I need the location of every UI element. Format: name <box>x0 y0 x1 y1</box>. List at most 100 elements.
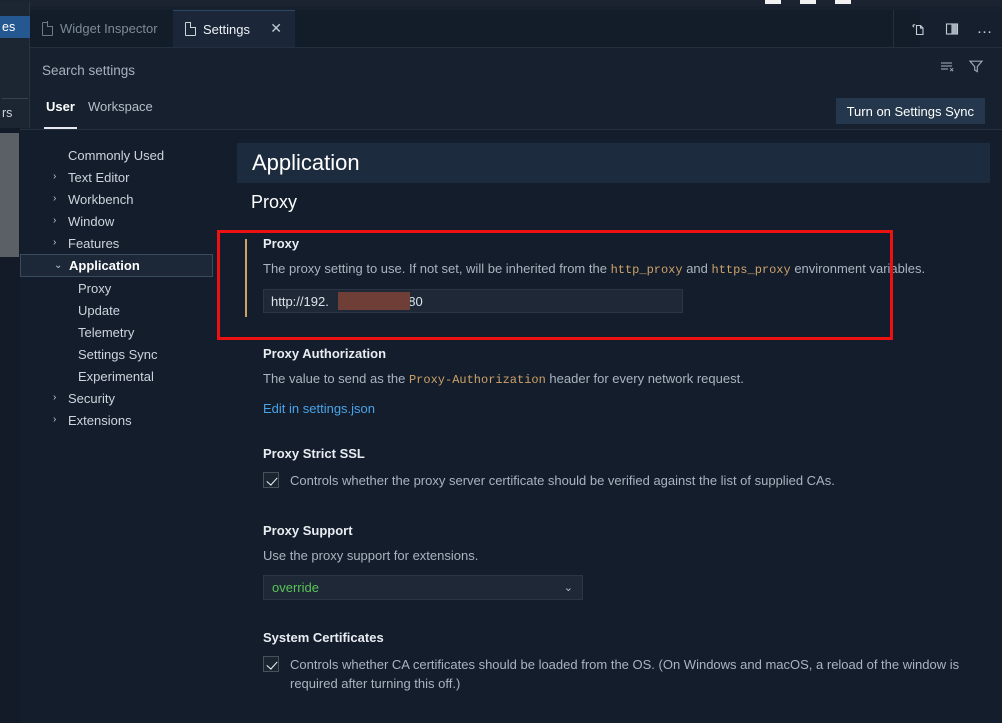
search-input[interactable] <box>42 59 922 81</box>
tab-settings[interactable]: Settings ✕ <box>173 10 295 47</box>
toc-item-settings-sync[interactable]: Settings Sync <box>20 343 213 365</box>
editor-tab-bar: Widget Inspector Settings ✕ … <box>20 10 1002 48</box>
tab-workspace[interactable]: Workspace <box>86 99 155 129</box>
checkbox-row: Controls whether the proxy server certif… <box>263 471 983 490</box>
chevron-right-icon[interactable]: › <box>53 216 65 226</box>
toc-item-label: Telemetry <box>78 324 135 340</box>
toc-item-security[interactable]: › Security <box>20 387 213 409</box>
more-actions-icon[interactable]: … <box>972 16 998 42</box>
desc-text: header for every network request. <box>545 371 744 386</box>
setting-title: Proxy Support <box>263 523 353 538</box>
turn-on-settings-sync-button[interactable]: Turn on Settings Sync <box>835 98 985 124</box>
toc-item-application[interactable]: ⌄ Application <box>20 254 213 277</box>
settings-search-row <box>20 48 1002 92</box>
toc-item-label: Window <box>68 213 115 229</box>
toc-item-label: Update <box>78 302 120 318</box>
proxy-input-wrapper <box>263 289 683 313</box>
tab-label: Settings <box>203 21 250 37</box>
setting-proxy-strict-ssl: Proxy Strict SSL Controls whether the pr… <box>238 446 983 490</box>
toc-item-extensions[interactable]: › Extensions <box>20 409 213 431</box>
setting-proxy-support: Proxy Support Use the proxy support for … <box>238 523 983 600</box>
setting-system-certificates: System Certificates Controls whether CA … <box>238 630 983 693</box>
toc-item-experimental[interactable]: Experimental <box>20 365 213 387</box>
file-icon <box>42 21 54 36</box>
toc-item-telemetry[interactable]: Telemetry <box>20 321 213 343</box>
setting-description: Use the proxy support for extensions. <box>263 548 479 563</box>
overlay-menu-separator <box>2 98 28 99</box>
window-close-button[interactable] <box>835 0 851 4</box>
setting-title: Proxy Authorization <box>263 346 387 361</box>
toc-item-label: Workbench <box>68 191 134 207</box>
overlay-menu-item-second[interactable]: rs <box>0 102 30 124</box>
setting-title: Proxy Strict SSL <box>263 446 365 461</box>
filter-settings-icon[interactable] <box>968 59 984 79</box>
chevron-right-icon[interactable]: › <box>53 194 65 204</box>
toc-item-update[interactable]: Update <box>20 299 213 321</box>
desc-text: and <box>682 261 712 276</box>
chevron-right-icon[interactable]: › <box>53 415 65 425</box>
toc-item-label: Proxy <box>78 280 112 296</box>
close-icon[interactable]: ✕ <box>264 21 283 37</box>
toc-item-label: Experimental <box>78 368 154 384</box>
setting-proxy-authorization: Proxy Authorization The value to send as… <box>238 346 983 418</box>
chevron-right-icon[interactable]: › <box>53 238 65 248</box>
toc-item-workbench[interactable]: › Workbench <box>20 188 213 210</box>
proxy-support-dropdown[interactable]: override ⌄ <box>263 575 583 600</box>
file-icon <box>185 21 197 36</box>
chevron-right-icon[interactable]: › <box>53 393 65 403</box>
proxy-strict-ssl-checkbox[interactable] <box>263 472 279 488</box>
clear-settings-search-icon[interactable] <box>940 60 956 79</box>
split-editor-icon[interactable] <box>939 16 965 42</box>
toc-item-label: Application <box>69 258 140 273</box>
desc-text: The proxy setting to use. If not set, wi… <box>263 261 611 276</box>
toc-item-label: Settings Sync <box>78 346 158 362</box>
edit-in-settings-json-link[interactable]: Edit in settings.json <box>263 401 375 416</box>
chevron-right-icon[interactable]: › <box>53 172 65 182</box>
editor-actions: … <box>893 10 998 47</box>
overlay-menu-panel: es rs <box>0 2 30 128</box>
toc-item-commonly-used[interactable]: Commonly Used <box>20 144 213 166</box>
code-https-proxy: https_proxy <box>711 263 791 277</box>
search-actions <box>940 59 984 79</box>
toc-item-label: Text Editor <box>68 169 130 185</box>
checkbox-label: Controls whether CA certificates should … <box>290 657 960 691</box>
checkbox-row: Controls whether CA certificates should … <box>263 655 983 693</box>
setting-description: The proxy setting to use. If not set, wi… <box>263 260 983 279</box>
group-header-label: Application <box>252 150 360 175</box>
code-proxy-authorization: Proxy-Authorization <box>408 373 546 387</box>
dropdown-value: override <box>272 580 319 595</box>
modified-indicator <box>245 239 247 317</box>
vertical-scrollbar-thumb[interactable] <box>0 133 19 257</box>
toc-item-proxy[interactable]: Proxy <box>20 277 213 299</box>
overlay-menu-item-selected[interactable]: es <box>0 16 30 38</box>
setting-title: Proxy <box>263 236 300 251</box>
open-changes-icon[interactable] <box>906 16 932 42</box>
settings-section-header: Proxy <box>251 192 298 212</box>
checkbox-label: Controls whether the proxy server certif… <box>290 473 835 488</box>
proxy-value-input[interactable] <box>263 289 683 313</box>
settings-scope-row: User Workspace Turn on Settings Sync <box>20 92 1002 130</box>
settings-group-header: Application <box>237 143 990 183</box>
toc-item-label: Commonly Used <box>68 147 165 163</box>
settings-toc: Commonly Used › Text Editor › Workbench › Wind… <box>20 130 213 723</box>
tab-bar-empty-area <box>295 10 920 47</box>
tab-user[interactable]: User <box>44 99 77 129</box>
toc-item-text-editor[interactable]: › Text Editor <box>20 166 213 188</box>
vscode-window: es rs Widget Inspector Settings ✕ … Sear… <box>0 0 1002 723</box>
toc-item-label: Extensions <box>68 412 132 428</box>
chevron-down-icon: ⌄ <box>563 582 573 594</box>
toc-item-label: Features <box>68 235 120 251</box>
system-certificates-checkbox[interactable] <box>263 656 279 672</box>
tab-label: Widget Inspector <box>60 21 158 36</box>
toc-item-features[interactable]: › Features <box>20 232 213 254</box>
tab-widget-inspector[interactable]: Widget Inspector <box>30 10 173 47</box>
settings-pane: Application Proxy Proxy The proxy settin… <box>213 130 1002 723</box>
window-minimize-button[interactable] <box>765 0 781 4</box>
chevron-down-icon[interactable]: ⌄ <box>54 260 66 271</box>
toc-item-label: Security <box>68 390 115 406</box>
setting-proxy: Proxy The proxy setting to use. If not s… <box>238 236 983 317</box>
toc-item-window[interactable]: › Window <box>20 210 213 232</box>
desc-text: The value to send as the <box>263 371 409 386</box>
window-maximize-button[interactable] <box>800 0 816 4</box>
setting-title: System Certificates <box>263 630 384 645</box>
